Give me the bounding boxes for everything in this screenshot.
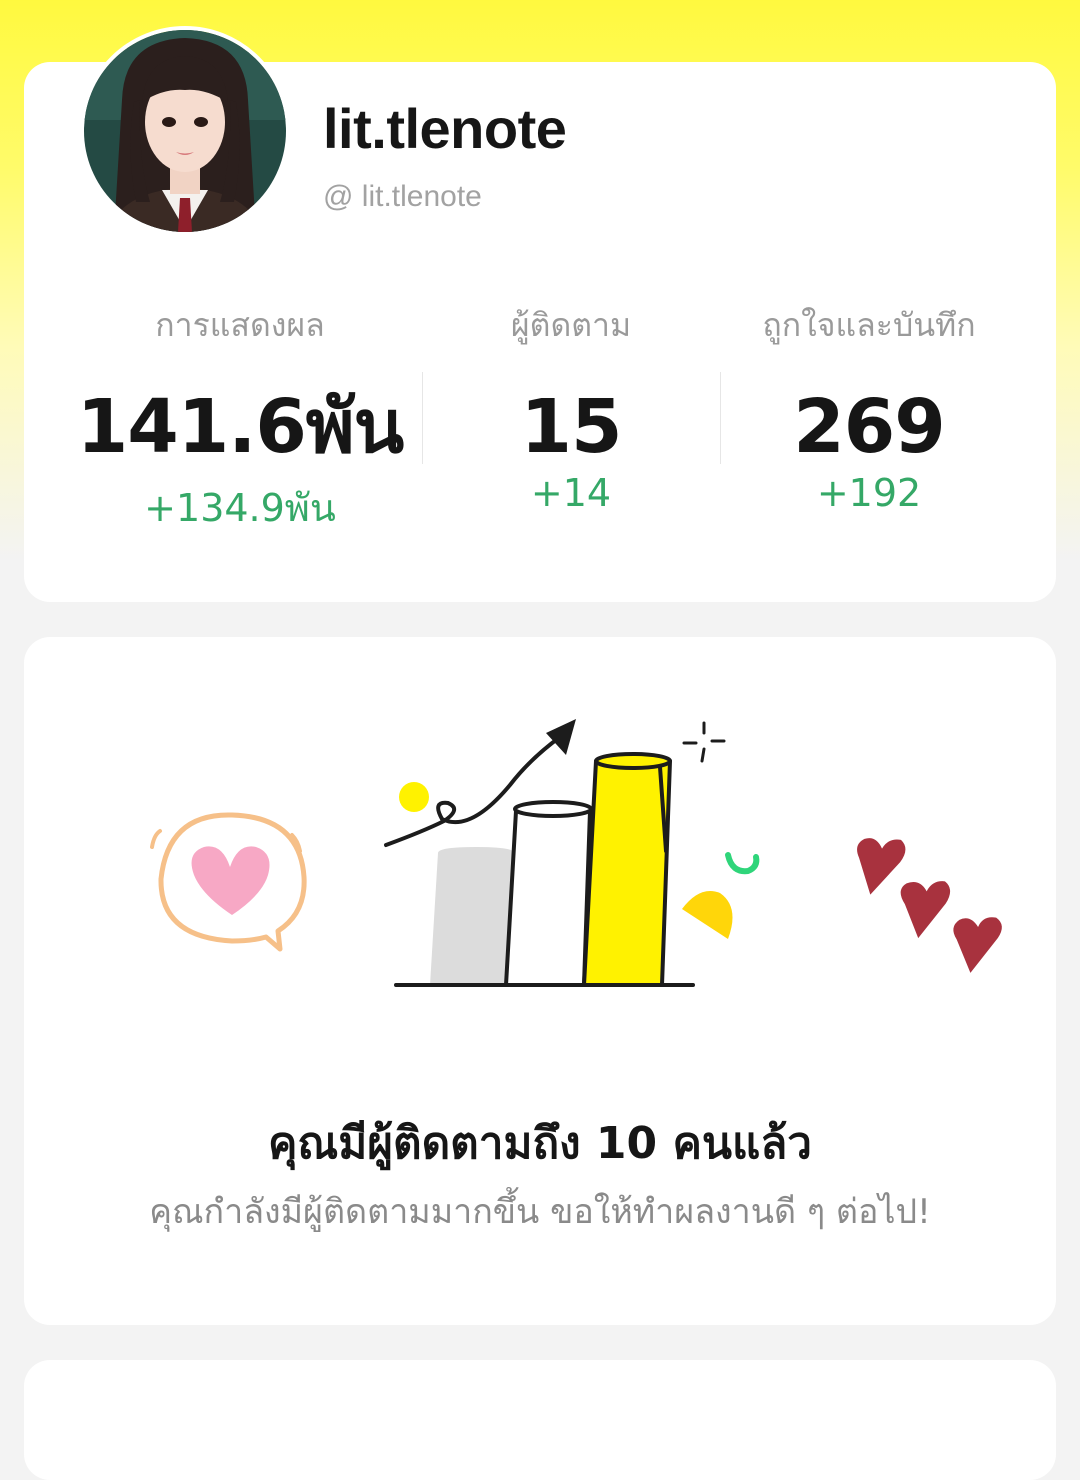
stat-label: ถูกใจและบันทึก [762,306,976,344]
bar-chart-icon [394,752,695,987]
stat-value: 141.6พัน [76,384,404,470]
stat-delta: +192 [816,471,922,515]
milestone-subtitle: คุณกำลังมีผู้ติดตามมากขึ้น ขอให้ทำผลงานด… [149,1192,931,1232]
stat-value: 269 [793,384,945,470]
yellow-dot-icon [399,782,429,812]
stat-followers[interactable]: ผู้ติดตาม 15 +14 [432,300,710,515]
stat-divider [720,372,721,464]
heart-bubble-icon [150,812,307,952]
username: lit.tlenote [323,97,567,160]
stat-label: การแสดงผล [155,306,325,344]
stat-label: ผู้ติดตาม [510,306,632,344]
stat-value: 15 [520,384,623,470]
next-card [24,1360,1056,1480]
green-arc-icon [725,852,760,875]
user-handle: @ lit.tlenote [323,180,482,213]
growth-illustration [150,719,1002,987]
avatar[interactable] [80,26,290,236]
stat-divider [422,372,423,464]
red-hearts-icon [857,838,1002,973]
sparkle-icon [682,721,726,763]
milestone-title: คุณมีผู้ติดตามถึง 10 คนแล้ว [267,1118,812,1169]
stat-likes-saves[interactable]: ถูกใจและบันทึก 269 +192 [730,300,1008,515]
stat-impressions[interactable]: การแสดงผล 141.6พัน +134.9พัน [70,300,410,538]
half-circle-icon [682,891,733,939]
stat-delta: +14 [530,471,612,515]
stat-delta: +134.9พัน [144,486,336,530]
